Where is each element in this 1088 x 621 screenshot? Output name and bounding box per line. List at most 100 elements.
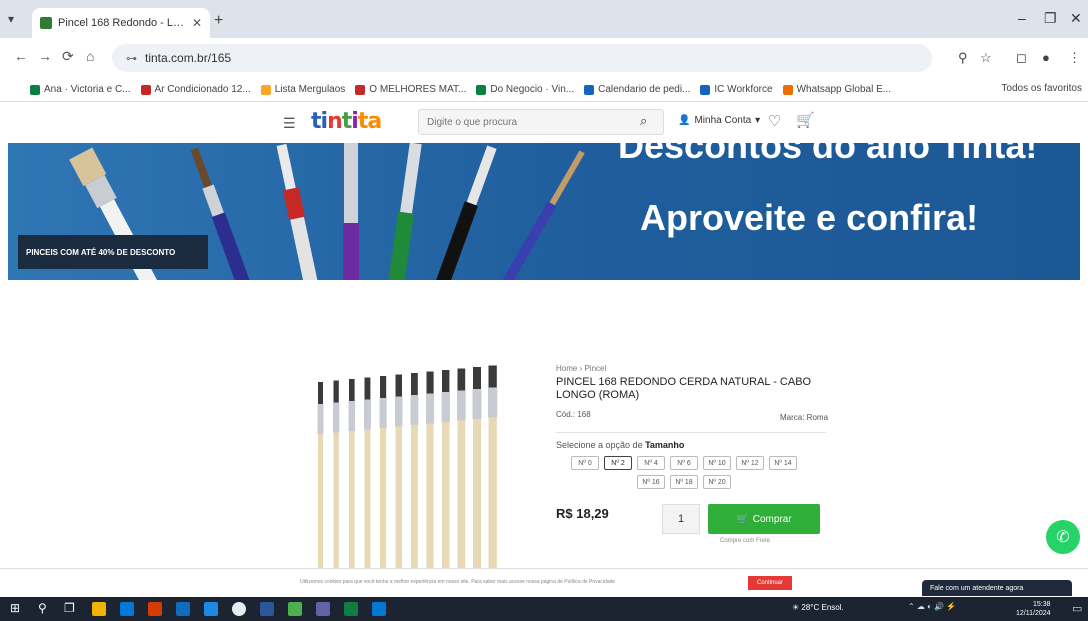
back-button[interactable]: ←: [14, 48, 28, 64]
size-option[interactable]: Nº 16: [637, 475, 665, 489]
size-option[interactable]: Nº 6: [670, 456, 698, 470]
search-icon[interactable]: ⚲: [38, 601, 47, 615]
outlook-icon[interactable]: [372, 602, 386, 616]
tab-title: Pincel 168 Redondo - Lorem Ipsu...: [58, 17, 186, 29]
product-image[interactable]: [300, 358, 520, 568]
weather-widget[interactable]: ☀ 28°C Ensol.: [792, 603, 844, 612]
zoom-icon[interactable]: ⚲: [958, 50, 968, 66]
size-option[interactable]: Nº 10: [703, 456, 731, 470]
brush: [348, 379, 356, 568]
close-window-icon[interactable]: ✕: [1070, 10, 1082, 27]
word-icon[interactable]: [260, 602, 274, 616]
bookmark-label: Ana · Victoria e C...: [44, 84, 131, 95]
bookmark-item[interactable]: Do Negocio · Vin...: [476, 84, 574, 95]
chrome-icon[interactable]: [232, 602, 246, 616]
bookmark-item[interactable]: IC Workforce: [700, 84, 773, 95]
bookmark-item[interactable]: Ana · Victoria e C...: [30, 84, 131, 95]
app-icon[interactable]: [316, 602, 330, 616]
breadcrumb[interactable]: Home › Pincel: [556, 364, 606, 373]
account-label: Minha Conta: [694, 115, 752, 126]
site-header: ☰ tintita ⌕ 👤 Minha Conta ▾ ♡ 🛒: [0, 103, 1088, 143]
menu-hamburger-icon[interactable]: ☰: [283, 115, 296, 132]
browser-toolbar: ← → ⟳ ⌂ ⊶ tinta.com.br/165 ⚲ ☆ ◻ ● ⋮: [0, 38, 1088, 78]
minimize-icon[interactable]: –: [1018, 10, 1026, 26]
search-icon[interactable]: ⌕: [640, 113, 647, 129]
site-search-input[interactable]: [418, 109, 664, 135]
bookmark-item[interactable]: Ar Condicionado 12...: [140, 84, 251, 95]
size-option[interactable]: Nº 20: [703, 475, 731, 489]
size-option[interactable]: Nº 12: [736, 456, 764, 470]
brush: [364, 377, 371, 568]
tab-close-icon[interactable]: ✕: [192, 16, 202, 30]
reload-button[interactable]: ⟳: [62, 48, 74, 65]
user-icon: 👤: [678, 115, 691, 126]
bookmark-label: Whatsapp Global E...: [796, 84, 892, 95]
divider: [556, 432, 826, 433]
site-logo[interactable]: tintita: [311, 109, 382, 134]
logo-part: n: [327, 109, 343, 134]
clock-date: 12/11/2024: [1016, 610, 1051, 617]
home-button[interactable]: ⌂: [86, 48, 94, 64]
brush-ferrule: [344, 143, 358, 223]
office-icon[interactable]: [148, 602, 162, 616]
chevron-down-icon: ▾: [755, 115, 761, 126]
bookmark-label: Do Negocio · Vin...: [490, 84, 575, 95]
bookmark-label: IC Workforce: [714, 84, 773, 95]
windows-start-icon[interactable]: ⊞: [10, 601, 20, 615]
product-brand[interactable]: Marca: Roma: [780, 413, 828, 422]
site-info-icon[interactable]: ⊶: [126, 52, 137, 65]
bookmark-item[interactable]: Lista Mergulaos: [260, 84, 345, 95]
edge-icon[interactable]: [204, 602, 218, 616]
store-icon[interactable]: [120, 602, 134, 616]
taskbar-clock[interactable]: 15:38 12/11/2024: [1016, 600, 1051, 618]
bookmark-item[interactable]: Whatsapp Global E...: [782, 84, 892, 95]
bookmark-favicon-icon: [584, 84, 595, 95]
new-tab-button[interactable]: +: [214, 12, 223, 30]
bookmark-star-icon[interactable]: ☆: [980, 50, 992, 66]
cart-icon[interactable]: 🛒: [796, 111, 815, 129]
banner-headline: Aproveite e confira!: [640, 197, 979, 238]
extensions-icon[interactable]: ◻: [1016, 50, 1027, 66]
brush: [317, 382, 324, 568]
wishlist-heart-icon[interactable]: ♡: [768, 112, 781, 130]
bookmark-label: O MELHORES MAT...: [369, 84, 467, 95]
promo-banner[interactable]: Descontos do ano Tinta! Aproveite e conf…: [8, 143, 1080, 280]
tab-search-icon[interactable]: ▾: [8, 12, 14, 26]
bookmark-item[interactable]: Calendario de pedi...: [584, 84, 690, 95]
bookmark-favicon-icon: [782, 84, 793, 95]
size-option[interactable]: Nº 14: [769, 456, 797, 470]
address-url: tinta.com.br/165: [145, 51, 232, 65]
size-option[interactable]: Nº 2: [604, 456, 632, 470]
size-option[interactable]: Nº 18: [670, 475, 698, 489]
buy-button[interactable]: 🛒 Comprar: [708, 504, 820, 534]
buy-button-label: Comprar: [752, 513, 792, 525]
menu-kebab-icon[interactable]: ⋮: [1068, 50, 1081, 66]
excel-icon[interactable]: [344, 602, 358, 616]
tab-favicon-icon: [40, 17, 52, 29]
whatsapp-icon[interactable]: ✆: [1046, 520, 1080, 554]
all-bookmarks-link[interactable]: Todos os favoritos: [1001, 83, 1082, 94]
chat-widget-bar[interactable]: Fale com um atendente agora: [922, 580, 1072, 596]
account-menu[interactable]: 👤 Minha Conta ▾: [678, 115, 760, 126]
address-bar[interactable]: ⊶ tinta.com.br/165: [112, 44, 932, 72]
size-option[interactable]: Nº 4: [637, 456, 665, 470]
mail-icon[interactable]: [176, 602, 190, 616]
teams-icon[interactable]: [288, 602, 302, 616]
forward-button[interactable]: →: [38, 48, 52, 64]
quantity-input[interactable]: 1: [662, 504, 700, 534]
maximize-icon[interactable]: ❐: [1044, 10, 1057, 27]
brush: [410, 373, 419, 568]
notifications-icon[interactable]: ▭: [1072, 602, 1082, 615]
size-option[interactable]: Nº 0: [571, 456, 599, 470]
browser-tab-active[interactable]: Pincel 168 Redondo - Lorem Ipsu... ✕: [32, 8, 210, 38]
file-explorer-icon[interactable]: [92, 602, 106, 616]
logo-part: ta: [357, 109, 382, 134]
bookmark-label: Ar Condicionado 12...: [154, 84, 251, 95]
logo-part: t: [341, 109, 352, 134]
cookie-accept-button[interactable]: Continuar: [748, 576, 792, 590]
brush: [457, 368, 466, 568]
task-view-icon[interactable]: ❐: [64, 601, 75, 615]
profile-avatar-icon[interactable]: ●: [1042, 50, 1050, 65]
bookmark-item[interactable]: O MELHORES MAT...: [355, 84, 466, 95]
system-tray-icons[interactable]: ⌃ ☁ ◐ 🔊 ⚡: [908, 602, 956, 611]
